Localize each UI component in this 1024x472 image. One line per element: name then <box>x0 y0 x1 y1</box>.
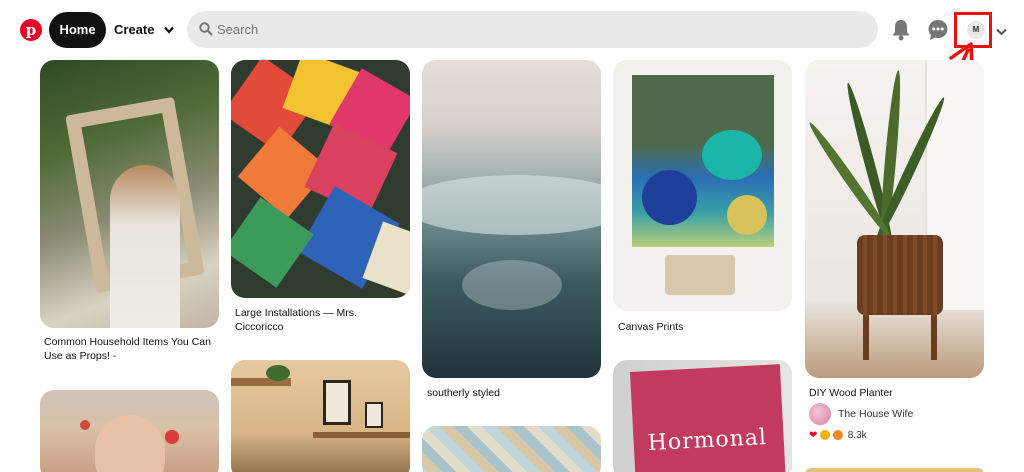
home-button[interactable]: Home <box>49 12 106 48</box>
pin-image-splash <box>462 260 562 310</box>
pin-title[interactable]: Canvas Prints <box>618 320 788 334</box>
pin-title[interactable]: Large Installations — Mrs. Ciccoricco <box>235 306 375 334</box>
pin-title[interactable]: DIY Wood Planter <box>809 386 979 400</box>
pin-image-flower <box>80 420 90 430</box>
create-label: Create <box>114 22 155 37</box>
pin-image-girl-flowers[interactable] <box>40 390 219 472</box>
pin-image-canvas-print[interactable] <box>613 60 792 311</box>
account-chevron-down-icon[interactable] <box>996 23 1007 41</box>
pin-image-figure <box>110 165 180 328</box>
chevron-down-icon <box>164 12 174 48</box>
pin-title[interactable]: southerly styled <box>427 386 597 400</box>
pin-image-planter <box>857 235 943 315</box>
notifications-bell-icon[interactable] <box>891 19 911 46</box>
pin-image-planter-legs <box>931 315 937 360</box>
avatar[interactable]: M <box>967 21 985 39</box>
pin-image-shelf <box>313 432 410 438</box>
pin-image-coral <box>727 195 767 235</box>
search-icon <box>199 22 213 36</box>
pin-image-bookend <box>665 255 735 295</box>
smile-reaction-icon <box>820 430 831 441</box>
pin-image-yarn-shape <box>231 197 314 288</box>
pin-image-canvas <box>632 75 774 247</box>
pin-image-coral <box>642 170 697 225</box>
search-input[interactable] <box>217 11 857 48</box>
pin-image-ocean-wave[interactable] <box>422 60 601 378</box>
search-bar[interactable] <box>187 11 878 48</box>
pin-image-leaf <box>805 119 895 241</box>
pin-image-colorful-yarn[interactable] <box>231 60 410 298</box>
reaction-count: 8.3k <box>847 430 867 441</box>
wow-reaction-icon <box>832 430 843 441</box>
pin-image-next[interactable] <box>805 468 984 472</box>
pin-image-snake-plant[interactable] <box>805 60 984 378</box>
pin-image-book-cover: Hormonal <box>629 364 787 472</box>
pin-image-book[interactable]: Hormonal <box>613 360 792 472</box>
author-avatar[interactable] <box>809 403 831 425</box>
pin-image-art-frame <box>323 380 351 425</box>
pin-image-plant <box>266 365 290 381</box>
pin-image-flower <box>165 430 179 444</box>
pin-image-planter-legs <box>863 315 869 360</box>
reaction-icons: ❤ 8.3k <box>809 430 867 441</box>
pinterest-logo-icon[interactable]: p <box>20 19 42 41</box>
top-nav-bar: p Home Create M <box>0 0 1024 60</box>
pin-image-book-title: Hormonal <box>647 424 768 457</box>
pin-title[interactable]: Common Household Items You Can Use as Pr… <box>44 335 214 363</box>
pin-image-mosaic[interactable] <box>422 426 601 472</box>
create-menu-button[interactable]: Create <box>114 12 174 48</box>
pin-image-wave-crest <box>422 175 601 235</box>
pin-image-living-room[interactable] <box>231 360 410 472</box>
author-name[interactable]: The House Wife <box>838 408 913 420</box>
pin-image-face <box>95 415 165 472</box>
heart-reaction-icon: ❤ <box>809 430 818 441</box>
pin-image-art-frame <box>365 402 383 428</box>
pin-image-frame-portrait[interactable] <box>40 60 219 328</box>
pin-image-coral <box>702 130 762 180</box>
